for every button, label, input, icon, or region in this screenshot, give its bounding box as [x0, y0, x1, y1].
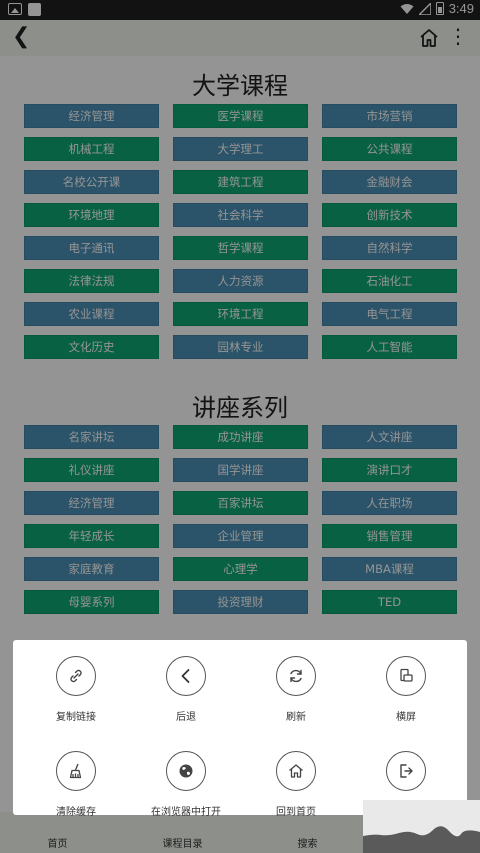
sheet-action[interactable]	[351, 751, 461, 803]
preview-thumbnail	[363, 800, 480, 853]
home-icon	[276, 751, 316, 791]
sheet-action[interactable]: 复制链接	[21, 656, 131, 723]
sheet-action[interactable]: 后退	[131, 656, 241, 723]
sheet-action-label: 横屏	[396, 712, 416, 723]
rotate-screen-icon	[386, 656, 426, 696]
sheet-action[interactable]: 横屏	[351, 656, 461, 723]
broom-icon	[56, 751, 96, 791]
sheet-action-label: 刷新	[286, 712, 306, 723]
sheet-action-label: 在浏览器中打开	[151, 807, 221, 818]
sheet-action-label: 复制链接	[56, 712, 96, 723]
sheet-action[interactable]: 回到首页	[241, 751, 351, 818]
sheet-action[interactable]: 清除缓存	[21, 751, 131, 818]
back-icon	[166, 656, 206, 696]
sheet-action-label: 后退	[176, 712, 196, 723]
sheet-action[interactable]: 刷新	[241, 656, 351, 723]
refresh-icon	[276, 656, 316, 696]
sheet-action-label: 回到首页	[276, 807, 316, 818]
globe-icon	[166, 751, 206, 791]
exit-icon	[386, 751, 426, 791]
sheet-action-label: 清除缓存	[56, 807, 96, 818]
thumbnail-graph	[363, 800, 480, 853]
link-icon	[56, 656, 96, 696]
action-sheet: 复制链接 后退 刷新 横屏清除缓存 在浏览器中打开 回到首页	[13, 640, 467, 818]
sheet-action[interactable]: 在浏览器中打开	[131, 751, 241, 818]
